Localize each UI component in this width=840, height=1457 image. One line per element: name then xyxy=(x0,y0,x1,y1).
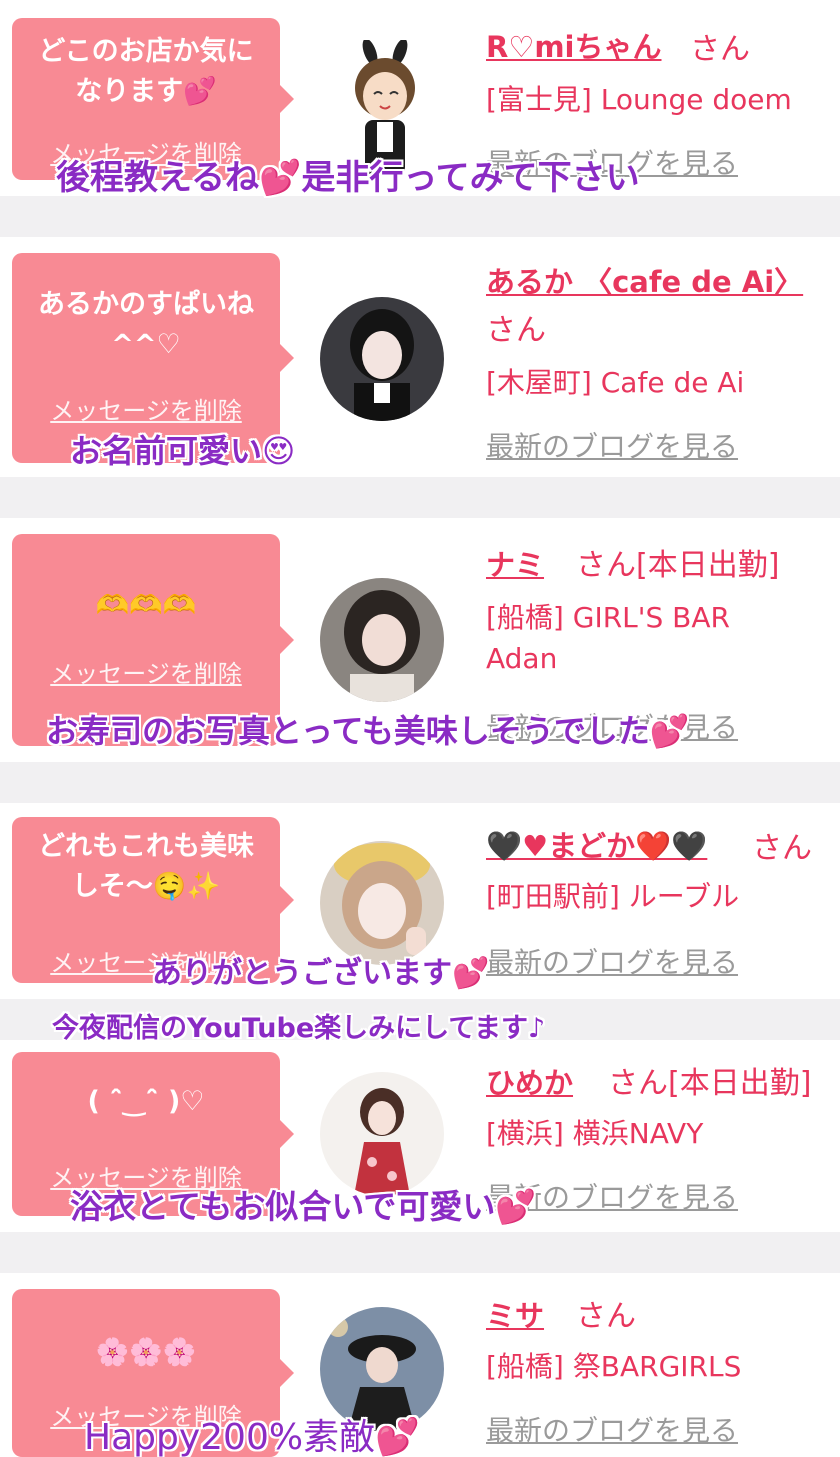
cast-name-link[interactable]: ひめか xyxy=(486,1060,573,1102)
avatar[interactable] xyxy=(320,841,444,965)
message-list: どこのお店か気に なります💕 メッセージを削除 R♡miちゃん さん [富士見]… xyxy=(0,0,840,1457)
shop-name: [横浜] 横浜NAVY xyxy=(486,1117,704,1150)
shop-name: [木屋町] Cafe de Ai xyxy=(486,366,745,399)
honorific: さん xyxy=(690,32,750,67)
honorific: さん xyxy=(576,1299,636,1334)
latest-blog-link[interactable]: 最新のブログを見る xyxy=(486,941,738,981)
overlay-caption: 今夜配信のYouTube楽しみにしてます♪ xyxy=(52,1013,546,1044)
latest-blog-link[interactable]: 最新のブログを見る xyxy=(486,425,738,465)
overlay-caption: 後程教えるね💕是非行ってみて下さい xyxy=(56,158,640,198)
shop-name: [船橋] GIRL'S BAR xyxy=(486,601,730,634)
cast-name-link[interactable]: 🖤♥まどか❤️🖤 xyxy=(486,823,707,865)
message-text: あるかのすぱいね ^^♡ xyxy=(38,289,254,360)
cast-name-link[interactable]: ミサ xyxy=(486,1293,544,1335)
overlay-caption: 浴衣とてもお似合いで可愛い💕 xyxy=(70,1187,537,1226)
honorific: さん xyxy=(752,831,812,866)
avatar[interactable] xyxy=(320,1072,444,1196)
overlay-caption: お名前可愛い😍 xyxy=(70,432,296,470)
message-text: 🌸🌸🌸 xyxy=(95,1337,197,1368)
cast-name-link[interactable]: ナミ xyxy=(486,542,544,584)
message-text: ( ˆ̑‿ˆ̑ )♡ xyxy=(87,1086,205,1117)
message-text: どこのお店か気に なります💕 xyxy=(38,36,254,107)
message-text: 🫶🫶🫶 xyxy=(95,590,197,621)
avatar[interactable] xyxy=(320,297,444,421)
shop-name: [富士見] Lounge doem xyxy=(486,83,792,116)
overlay-caption: Happy200%素敵💕 xyxy=(84,1417,420,1457)
cast-name-link[interactable]: あるか 〈cafe de Ai〉 xyxy=(486,259,803,301)
shop-name: [町田駅前] ルーブル xyxy=(486,880,740,913)
cast-name-link[interactable]: R♡miちゃん xyxy=(486,24,662,66)
honorific: さん xyxy=(486,313,546,348)
latest-blog-link[interactable]: 最新のブログを見る xyxy=(486,1409,738,1449)
shop-name-line2: Adan xyxy=(486,642,558,675)
overlay-caption: ありがとうございます💕 xyxy=(152,956,490,991)
message-text: どれもこれも美味 しそ〜🤤✨ xyxy=(38,831,254,902)
overlay-caption: お寿司のお写真とっても美味しそうでした💕 xyxy=(46,712,690,750)
delete-message-link[interactable]: メッセージを削除 xyxy=(12,654,280,689)
honorific: さん[本日出勤] xyxy=(576,548,780,583)
delete-message-link[interactable]: メッセージを削除 xyxy=(12,391,280,426)
shop-name: [船橋] 祭BARGIRLS xyxy=(486,1350,742,1383)
avatar[interactable] xyxy=(320,578,444,702)
honorific: さん[本日出勤] xyxy=(608,1066,812,1101)
